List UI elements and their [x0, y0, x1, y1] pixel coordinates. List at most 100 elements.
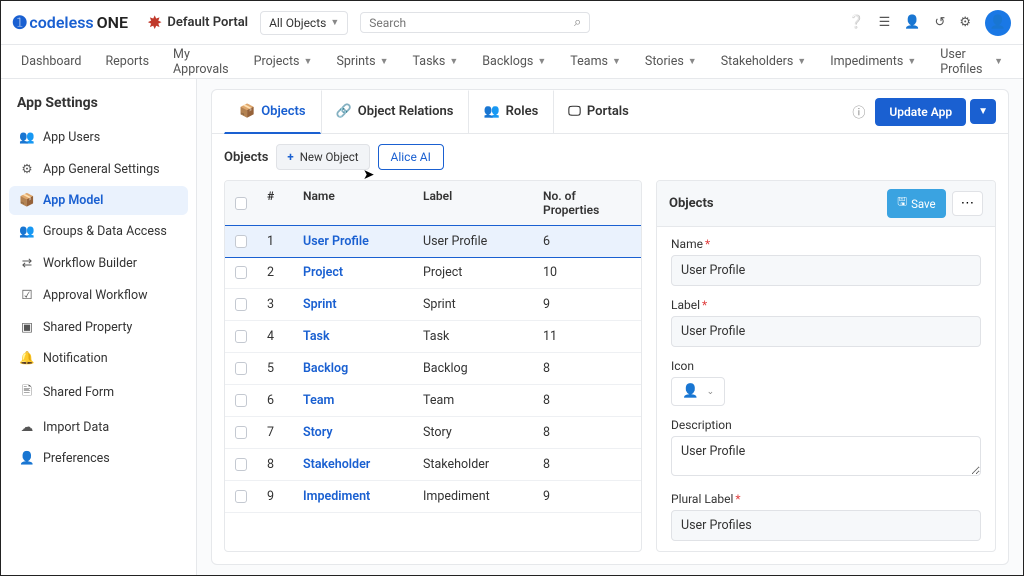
row-checkbox[interactable] — [235, 330, 247, 343]
sidebar-item-label: Groups & Data Access — [43, 224, 167, 239]
save-button[interactable]: 🖫Save — [887, 189, 945, 218]
nav-sprints[interactable]: Sprints▼ — [336, 54, 388, 69]
table-row[interactable]: 1User ProfileUser Profile6 — [224, 225, 642, 258]
nav-stakeholders[interactable]: Stakeholders▼ — [721, 54, 807, 69]
sidebar-item-app-general-settings[interactable]: ⚙App General Settings — [9, 154, 188, 184]
sidebar-title: App Settings — [17, 95, 180, 111]
label-field[interactable] — [671, 316, 981, 347]
object-name-link[interactable]: Story — [303, 425, 333, 440]
object-name-link[interactable]: Stakeholder — [303, 457, 370, 472]
row-checkbox[interactable] — [235, 426, 247, 439]
row-checkbox[interactable] — [235, 458, 247, 471]
sidebar-icon: 🔔 — [19, 351, 35, 366]
object-name-link[interactable]: Team — [303, 393, 334, 408]
table-row[interactable]: 8StakeholderStakeholder8 — [225, 449, 641, 481]
object-name-link[interactable]: Project — [303, 265, 343, 280]
alice-ai-button[interactable]: Alice AI — [378, 144, 444, 170]
user-add-icon[interactable]: 👤 — [904, 15, 920, 30]
sidebar-item-notification[interactable]: 🔔Notification — [9, 344, 188, 373]
sidebar-item-shared-form[interactable]: 🖹Shared Form — [9, 375, 188, 410]
more-button[interactable]: ⋯ — [952, 191, 983, 216]
icon-picker[interactable]: 👤⌄ — [671, 377, 725, 406]
row-label: Backlog — [413, 353, 533, 384]
nav-teams[interactable]: Teams▼ — [570, 54, 621, 69]
nav-my-approvals[interactable]: My Approvals — [173, 47, 230, 77]
gear-icon[interactable]: ⚙ — [959, 15, 971, 30]
description-field[interactable]: User Profile — [671, 436, 981, 476]
plural-field[interactable] — [671, 510, 981, 541]
row-checkbox[interactable] — [235, 394, 247, 407]
sidebar-item-preferences[interactable]: 👤Preferences — [9, 444, 188, 473]
tab-object-relations[interactable]: 🔗Object Relations — [321, 90, 469, 134]
sidebar-item-app-model[interactable]: 📦App Model — [9, 186, 188, 215]
table-row[interactable]: 3SprintSprint9 — [225, 289, 641, 321]
object-name-link[interactable]: User Profile — [303, 234, 369, 249]
sidebar-icon: 🖹 — [19, 382, 35, 403]
row-checkbox[interactable] — [235, 490, 247, 503]
tab-roles[interactable]: 👥Roles — [468, 90, 553, 134]
object-name-link[interactable]: Task — [303, 329, 330, 344]
row-checkbox[interactable] — [235, 362, 247, 375]
search-input-wrap[interactable]: ⌕ — [360, 12, 590, 33]
col-name: Name — [293, 181, 413, 225]
update-app-button[interactable]: Update App — [875, 98, 966, 126]
row-props: 6 — [533, 226, 641, 257]
database-icon[interactable]: ☰ — [879, 15, 891, 30]
sidebar-item-label: Shared Property — [43, 320, 132, 335]
row-props: 8 — [533, 417, 641, 448]
object-name-link[interactable]: Backlog — [303, 361, 348, 376]
object-name-link[interactable]: Impediment — [303, 489, 370, 504]
nav-reports[interactable]: Reports — [105, 54, 149, 69]
name-field[interactable] — [671, 255, 981, 286]
row-number: 8 — [257, 449, 293, 480]
search-input[interactable] — [369, 16, 574, 30]
col-number: # — [257, 181, 293, 225]
nav-tasks[interactable]: Tasks▼ — [413, 54, 459, 69]
sidebar-item-workflow-builder[interactable]: ⇄Workflow Builder — [9, 248, 188, 278]
nav-user-profiles[interactable]: User Profiles▼ — [940, 47, 1003, 77]
row-checkbox[interactable] — [235, 266, 247, 279]
history-icon[interactable]: ↺ — [934, 15, 945, 30]
sidebar-icon: ⚙ — [19, 161, 35, 177]
select-all-checkbox[interactable] — [235, 197, 247, 210]
table-row[interactable]: 9ImpedimentImpediment9 — [225, 481, 641, 513]
object-scope-select[interactable]: All Objects▼ — [260, 11, 348, 35]
table-row[interactable]: 7StoryStory8 — [225, 417, 641, 449]
update-app-caret[interactable]: ▼ — [970, 99, 996, 124]
avatar[interactable]: 👤 — [985, 10, 1011, 36]
nav-impediments[interactable]: Impediments▼ — [830, 54, 916, 69]
objects-table: # Name Label No. of Properties 1User Pro… — [224, 180, 642, 552]
nav-projects[interactable]: Projects▼ — [254, 54, 313, 69]
row-props: 8 — [533, 353, 641, 384]
sidebar-item-groups-data-access[interactable]: 👥Groups & Data Access — [9, 217, 188, 246]
table-row[interactable]: 2ProjectProject10 — [225, 257, 641, 289]
tab-portals[interactable]: 🖵Portals — [553, 90, 644, 134]
row-checkbox[interactable] — [235, 298, 247, 311]
portal-selector[interactable]: ✸ Default Portal — [148, 13, 248, 32]
row-number: 1 — [257, 226, 293, 257]
sidebar-item-import-data[interactable]: ☁Import Data — [9, 412, 188, 442]
logo[interactable]: ➊codelessONE — [13, 13, 128, 32]
sidebar-item-shared-property[interactable]: ▣Shared Property — [9, 312, 188, 342]
sidebar-item-approval-workflow[interactable]: ☑Approval Workflow — [9, 280, 188, 310]
sidebar-item-app-users[interactable]: 👥App Users — [9, 123, 188, 152]
tab-objects[interactable]: 📦Objects — [224, 90, 321, 134]
save-icon: 🖫 — [897, 194, 907, 213]
table-row[interactable]: 5BacklogBacklog8 — [225, 353, 641, 385]
nav-stories[interactable]: Stories▼ — [645, 54, 697, 69]
object-name-link[interactable]: Sprint — [303, 297, 337, 312]
nav-backlogs[interactable]: Backlogs▼ — [482, 54, 546, 69]
help-icon[interactable]: ❔ — [848, 15, 864, 30]
sidebar-icon: ☑ — [19, 287, 35, 303]
table-row[interactable]: 6TeamTeam8 — [225, 385, 641, 417]
chevron-down-icon: ▼ — [688, 56, 697, 67]
new-object-button[interactable]: + New Object ➤ — [276, 144, 369, 170]
row-checkbox[interactable] — [235, 235, 247, 248]
plural-label: Plural Label* — [671, 492, 981, 506]
breadcrumb: Objects — [224, 150, 268, 165]
info-icon[interactable]: ⓘ — [852, 102, 865, 121]
sidebar-icon: ⇄ — [19, 255, 35, 271]
row-label: Impediment — [413, 481, 533, 512]
nav-dashboard[interactable]: Dashboard — [21, 54, 81, 69]
table-row[interactable]: 4TaskTask11 — [225, 321, 641, 353]
